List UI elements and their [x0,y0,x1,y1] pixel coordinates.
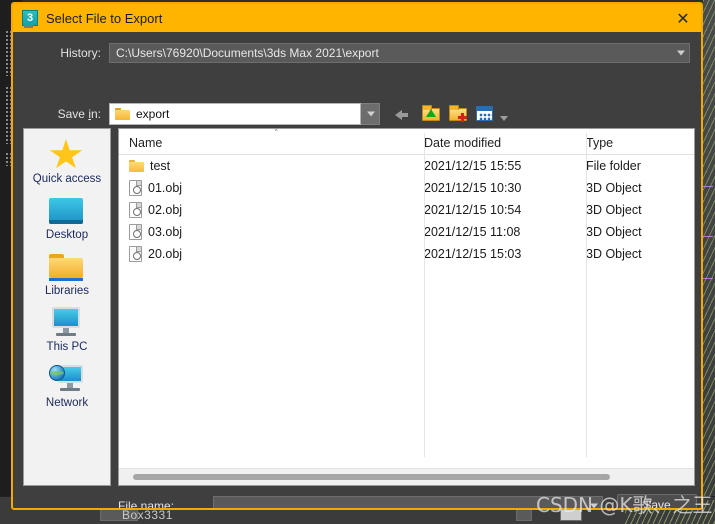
history-row: History: C:\Users\76920\Documents\3ds Ma… [13,42,701,64]
sidebar-item-label: Desktop [45,229,89,241]
sidebar-item-this-pc[interactable]: This PC [24,307,110,353]
obj-file-icon [129,202,142,218]
file-name-cell: test [119,159,424,173]
file-name-text: 03.obj [148,225,183,239]
file-date-cell: 2021/12/15 10:54 [424,203,522,217]
obj-file-icon [129,246,142,262]
file-name-cell: 01.obj [119,180,424,196]
file-list-header: Name Date modified Type [119,129,694,155]
file-type-cell: 3D Object [586,225,642,239]
history-value: C:\Users\76920\Documents\3ds Max 2021\ex… [116,46,379,60]
chevron-down-icon [367,111,375,117]
table-row[interactable]: 03.obj 2021/12/15 11:08 3D Object [119,221,694,243]
close-icon[interactable]: ✕ [671,7,695,29]
file-name-text: 20.obj [148,247,183,261]
scrollbar-thumb[interactable] [133,474,610,480]
file-name-text: 01.obj [148,181,183,195]
file-date-cell: 2021/12/15 11:08 [424,225,521,239]
network-icon [49,363,85,395]
change-view-icon[interactable] [476,104,493,124]
3dsmax-icon: 3 [22,10,38,28]
star-icon [49,139,85,171]
chevron-down-icon[interactable] [677,50,685,56]
column-divider[interactable] [424,133,425,457]
file-name-cell: 20.obj [119,246,424,262]
file-name-label: File name: [118,499,175,510]
file-name-text: 02.obj [148,203,183,217]
file-date-cell: 2021/12/15 10:30 [424,181,522,195]
sidebar-item-network[interactable]: Network [24,363,110,409]
dialog-title-bar: 3 Select File to Export ✕ [13,4,701,32]
file-name-text: test [150,159,171,173]
table-row[interactable]: test 2021/12/15 15:55 File folder [119,155,694,177]
folder-icon [115,108,130,120]
sidebar-item-libraries[interactable]: Libraries [24,251,110,297]
save-in-label: Save in: [57,107,101,121]
save-in-row: Save in: export [13,102,701,126]
libraries-folder-icon [49,251,85,283]
back-arrow-icon[interactable] [395,104,415,124]
places-bar: Quick access Desktop Libraries This PC N… [23,128,111,486]
obj-file-icon [129,224,142,240]
sidebar-item-label: Libraries [44,285,90,297]
obj-file-icon [129,180,142,196]
history-label: History: [60,46,101,60]
file-type-cell: 3D Object [586,247,642,261]
sidebar-item-label: Network [45,397,89,409]
file-type-cell: 3D Object [586,203,642,217]
background-object-name: Box3331 [122,508,173,522]
table-row[interactable]: 20.obj 2021/12/15 15:03 3D Object [119,243,694,265]
horizontal-scrollbar[interactable] [119,468,694,485]
this-pc-icon [49,307,85,339]
create-new-folder-icon[interactable] [449,104,469,124]
file-date-cell: 2021/12/15 15:55 [424,159,522,173]
save-in-combobox[interactable]: export [109,103,361,125]
save-in-dropdown-button[interactable] [361,103,380,125]
select-file-to-export-dialog: 3 Select File to Export ✕ History: C:\Us… [11,2,703,510]
file-type-cell: File folder [586,159,641,173]
table-row[interactable]: 01.obj 2021/12/15 10:30 3D Object [119,177,694,199]
sidebar-item-desktop[interactable]: Desktop [24,195,110,241]
file-name-cell: 02.obj [119,202,424,218]
column-header-date-modified[interactable]: Date modified [424,136,586,154]
save-button[interactable]: Save [617,494,697,508]
sidebar-item-label: This PC [46,341,88,353]
file-date-cell: 2021/12/15 15:03 [424,247,522,261]
navigation-toolbar [395,103,508,125]
column-header-type[interactable]: Type [586,136,686,154]
file-type-cell: 3D Object [586,181,642,195]
history-combobox[interactable]: C:\Users\76920\Documents\3ds Max 2021\ex… [109,43,690,63]
file-name-input[interactable] [213,495,603,508]
column-header-name[interactable]: Name [119,136,424,154]
folder-icon [129,160,144,172]
chevron-down-icon[interactable] [590,503,598,508]
up-one-level-icon[interactable] [422,104,442,124]
sidebar-item-quick-access[interactable]: Quick access [24,139,110,185]
table-row[interactable]: 02.obj 2021/12/15 10:54 3D Object [119,199,694,221]
dialog-title: Select File to Export [46,10,163,26]
file-name-cell: 03.obj [119,224,424,240]
sidebar-item-label: Quick access [32,173,102,185]
file-name-row: File name: [13,494,701,510]
file-list[interactable]: ˄ Name Date modified Type test 2021/12/1… [118,128,695,486]
desktop-icon [49,195,85,227]
save-in-value: export [136,107,170,121]
background-viewport [703,0,715,524]
column-divider[interactable] [586,133,587,457]
dialog-body: History: C:\Users\76920\Documents\3ds Ma… [13,32,701,508]
chevron-down-icon[interactable] [500,115,508,121]
